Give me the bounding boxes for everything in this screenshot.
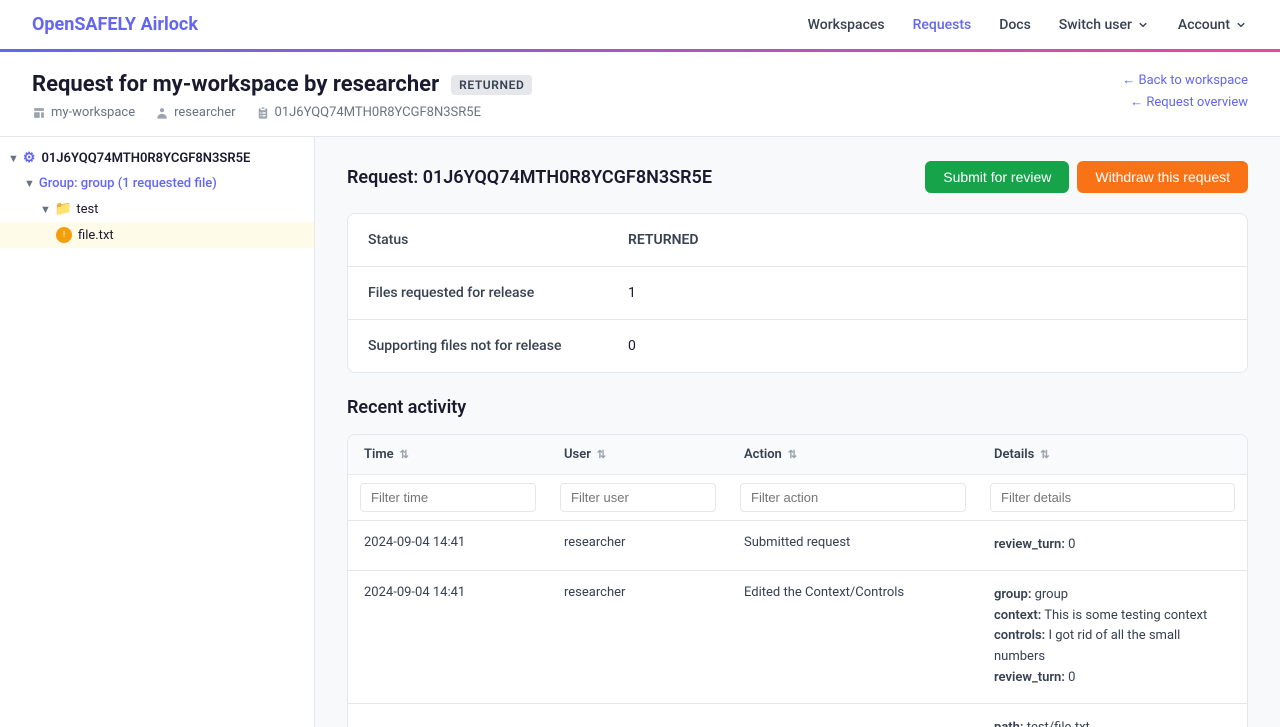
caret-icon: ▼ — [8, 152, 19, 165]
status-value: RETURNED — [628, 232, 699, 248]
logo-airlock: Airlock — [141, 14, 198, 35]
filter-time-input[interactable] — [360, 483, 536, 512]
col-header-user[interactable]: User ⇅ — [548, 435, 728, 474]
logo-opensafely: OpenSAFELY — [32, 14, 136, 35]
tree-file-txt[interactable]: ! file.txt — [0, 222, 314, 248]
page-title-section: Request for my-workspace by researcher R… — [32, 72, 532, 120]
filter-cell-user — [548, 475, 728, 520]
col-header-action[interactable]: Action ⇅ — [728, 435, 978, 474]
filter-user-input[interactable] — [560, 483, 716, 512]
breadcrumb-request-id: 01J6YQQ74MTH0R8YCGF8N3SR5E — [256, 105, 481, 120]
files-label: Files requested for release — [368, 285, 628, 301]
table-row: path: test/file.txtgroup: group — [348, 704, 1247, 727]
activity-action: Submitted request — [728, 521, 978, 570]
folder-caret-icon: ▼ — [40, 203, 51, 216]
col-header-details[interactable]: Details ⇅ — [978, 435, 1247, 474]
table-row: 2024-09-04 14:41 researcher Edited the C… — [348, 571, 1247, 704]
main-content: Request: 01J6YQQ74MTH0R8YCGF8N3SR5E Subm… — [315, 137, 1280, 727]
tree-folder-test[interactable]: ▼ 📁 test — [0, 196, 314, 222]
files-value: 1 — [628, 285, 636, 301]
activity-header-row: Time ⇅ User ⇅ Action ⇅ Details ⇅ — [348, 435, 1247, 475]
filter-row — [348, 475, 1247, 521]
settings-icon: ⚙ — [23, 150, 36, 166]
back-to-workspace-link[interactable]: ← Back to workspace — [1122, 72, 1248, 88]
page-actions: ← Back to workspace ← Request overview — [1122, 72, 1248, 110]
filter-cell-action — [728, 475, 978, 520]
account-chevron-icon — [1234, 18, 1248, 32]
supporting-label: Supporting files not for release — [368, 338, 628, 354]
user-icon — [155, 106, 169, 120]
nav-requests[interactable]: Requests — [913, 17, 972, 33]
tree-group[interactable]: ▼ Group: group (1 requested file) — [0, 171, 314, 196]
sort-user-icon: ⇅ — [597, 448, 606, 461]
status-table: Status RETURNED Files requested for rele… — [347, 213, 1248, 373]
activity-time: 2024-09-04 14:41 — [348, 521, 548, 570]
activity-time — [348, 704, 548, 727]
supporting-value: 0 — [628, 338, 636, 354]
filter-details-input[interactable] — [990, 483, 1235, 512]
breadcrumbs: my-workspace researcher 01J6YQQ74MTH0R8Y… — [32, 105, 532, 120]
sort-details-icon: ⇅ — [1040, 448, 1049, 461]
table-row: 2024-09-04 14:41 researcher Submitted re… — [348, 521, 1247, 571]
nav-switch-user[interactable]: Switch user — [1059, 17, 1150, 33]
activity-user: researcher — [548, 571, 728, 703]
filter-action-input[interactable] — [740, 483, 966, 512]
nav-account[interactable]: Account — [1178, 17, 1248, 33]
activity-details: path: test/file.txtgroup: group — [978, 704, 1247, 727]
activity-section: Recent activity Time ⇅ User ⇅ Action ⇅ — [347, 397, 1248, 727]
filter-cell-details — [978, 475, 1247, 520]
workspace-icon — [32, 106, 46, 120]
logo[interactable]: OpenSAFELY Airlock — [32, 14, 198, 35]
chevron-down-icon — [1136, 18, 1150, 32]
sort-action-icon: ⇅ — [788, 448, 797, 461]
sort-time-icon: ⇅ — [400, 448, 409, 461]
activity-action: Edited the Context/Controls — [728, 571, 978, 703]
filter-cell-time — [348, 475, 548, 520]
activity-details: group: groupcontext: This is some testin… — [978, 571, 1247, 703]
page-title-researcher: researcher — [333, 72, 439, 97]
request-header: Request: 01J6YQQ74MTH0R8YCGF8N3SR5E Subm… — [347, 161, 1248, 193]
activity-title: Recent activity — [347, 397, 1248, 418]
file-warning-icon: ! — [56, 227, 72, 243]
breadcrumb-workspace: my-workspace — [32, 105, 135, 120]
folder-icon: 📁 — [55, 201, 72, 217]
status-row-status: Status RETURNED — [348, 214, 1247, 267]
activity-user: researcher — [548, 521, 728, 570]
submit-for-review-button[interactable]: Submit for review — [925, 161, 1069, 193]
status-label: Status — [368, 232, 628, 248]
main-layout: ▼ ⚙ 01J6YQQ74MTH0R8YCGF8N3SR5E ▼ Group: … — [0, 137, 1280, 727]
main-nav: Workspaces Requests Docs Switch user Acc… — [808, 17, 1248, 33]
status-row-supporting: Supporting files not for release 0 — [348, 320, 1247, 372]
request-overview-link[interactable]: ← Request overview — [1130, 94, 1248, 110]
sidebar: ▼ ⚙ 01J6YQQ74MTH0R8YCGF8N3SR5E ▼ Group: … — [0, 137, 315, 727]
col-header-time[interactable]: Time ⇅ — [348, 435, 548, 474]
breadcrumb-researcher: researcher — [155, 105, 235, 120]
withdraw-request-button[interactable]: Withdraw this request — [1077, 161, 1248, 193]
request-icon — [256, 106, 270, 120]
activity-action — [728, 704, 978, 727]
activity-details: review_turn: 0 — [978, 521, 1247, 570]
status-row-files: Files requested for release 1 — [348, 267, 1247, 320]
nav-workspaces[interactable]: Workspaces — [808, 17, 885, 33]
activity-table: Time ⇅ User ⇅ Action ⇅ Details ⇅ — [347, 434, 1248, 727]
activity-rows: 2024-09-04 14:41 researcher Submitted re… — [348, 521, 1247, 727]
nav-docs[interactable]: Docs — [999, 17, 1031, 33]
status-badge: RETURNED — [451, 75, 532, 95]
tree-root[interactable]: ▼ ⚙ 01J6YQQ74MTH0R8YCGF8N3SR5E — [0, 145, 314, 171]
activity-user — [548, 704, 728, 727]
action-buttons: Submit for review Withdraw this request — [925, 161, 1248, 193]
page-title: Request for my-workspace by researcher R… — [32, 72, 532, 97]
group-caret-icon: ▼ — [24, 177, 35, 190]
activity-time: 2024-09-04 14:41 — [348, 571, 548, 703]
request-title: Request: 01J6YQQ74MTH0R8YCGF8N3SR5E — [347, 167, 712, 188]
header: OpenSAFELY Airlock Workspaces Requests D… — [0, 0, 1280, 52]
page-header: Request for my-workspace by researcher R… — [0, 52, 1280, 137]
